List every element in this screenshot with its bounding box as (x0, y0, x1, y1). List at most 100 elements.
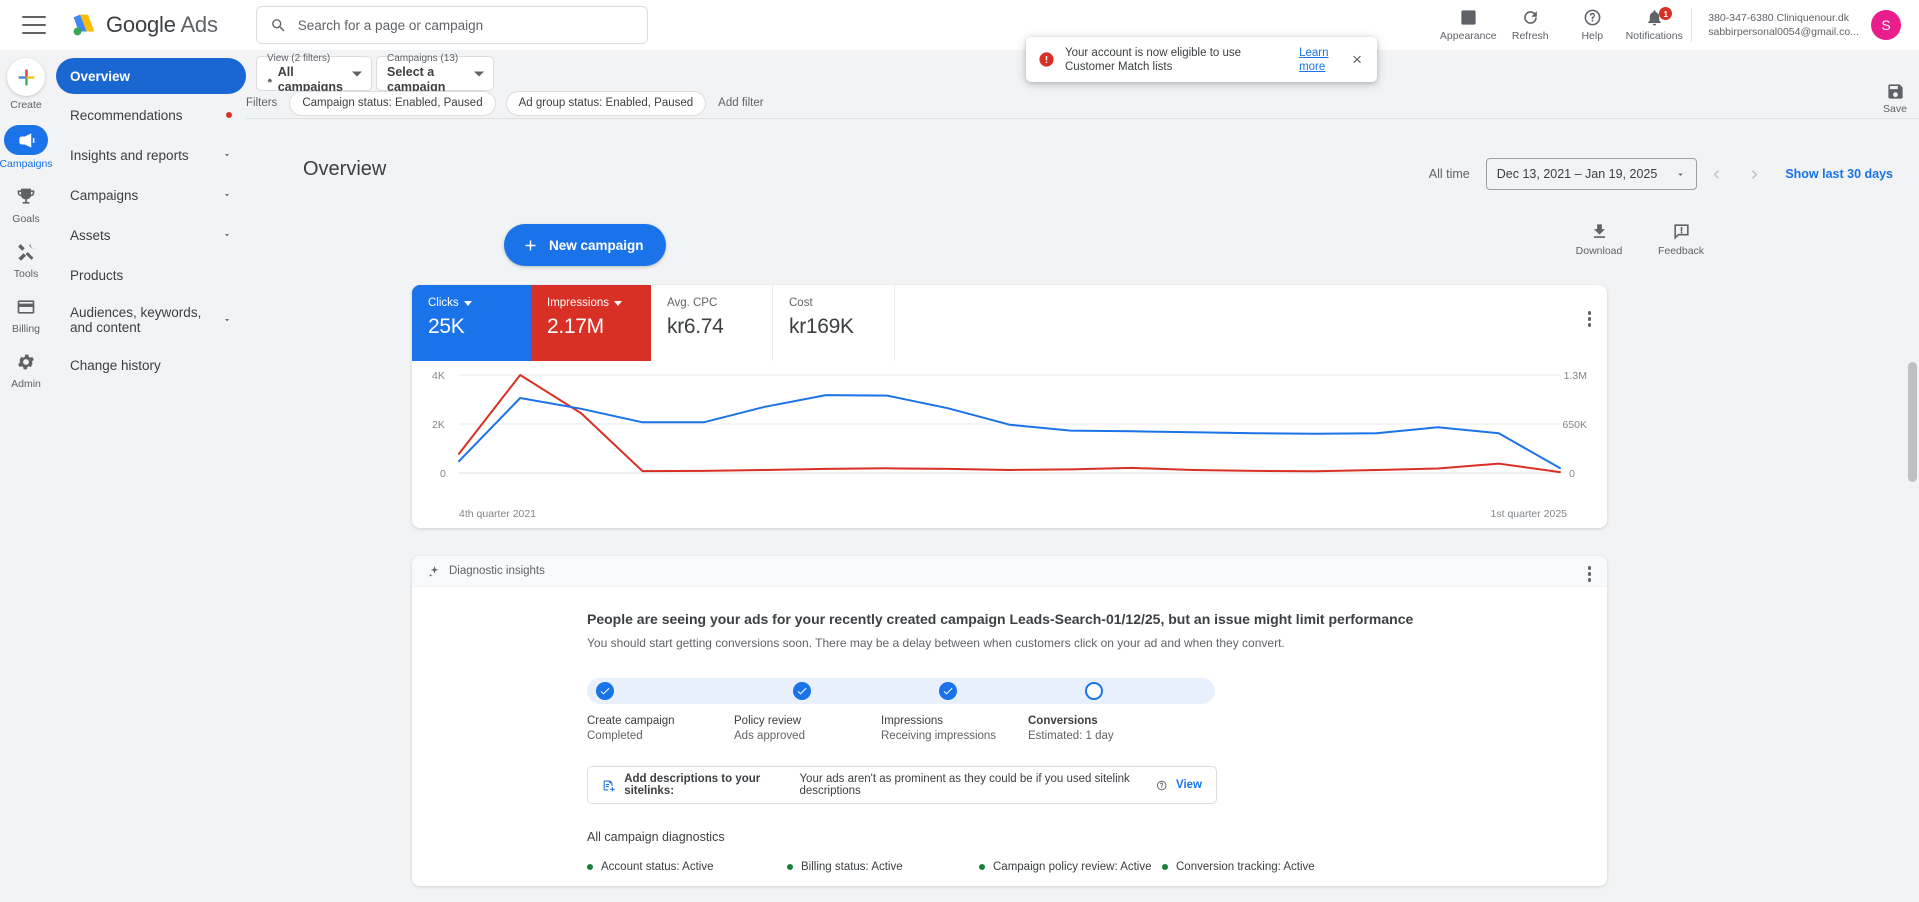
metric-value-impressions: 2.17M (547, 315, 604, 338)
notifications-button[interactable]: 1 Notifications (1623, 7, 1685, 42)
view-selector[interactable]: View (2 filters) All campaigns (256, 53, 372, 94)
chevron-down-icon[interactable] (474, 71, 484, 76)
sidebar-item-products[interactable]: Products (56, 258, 246, 292)
close-icon[interactable]: × (1349, 51, 1365, 68)
diagnostic-conversion-tracking: Conversion tracking: Active (1162, 861, 1315, 873)
search-input[interactable] (297, 17, 634, 33)
download-button[interactable]: Download (1569, 222, 1629, 257)
tools-button[interactable] (7, 239, 45, 265)
rail-item-create[interactable]: Create (0, 58, 52, 111)
feedback-button[interactable]: Feedback (1651, 222, 1711, 257)
diagnostic-campaign-policy-review: Campaign policy review: Active (979, 861, 1162, 873)
chevron-down-icon[interactable] (463, 300, 472, 306)
brand-google: Google (106, 12, 176, 37)
sidebar-item-campaigns[interactable]: Campaigns (56, 178, 246, 212)
step-name-policy-review: Policy review (734, 715, 802, 727)
filter-chip-ad-group-status[interactable]: Ad group status: Enabled, Paused (505, 90, 707, 116)
add-filter-button[interactable]: Add filter (718, 97, 763, 109)
rail-label-goals: Goals (12, 213, 40, 225)
search-icon (271, 18, 285, 32)
filter-chip-campaign-status[interactable]: Campaign status: Enabled, Paused (289, 90, 496, 116)
appearance-button[interactable]: Appearance (1437, 8, 1499, 42)
campaign-selector-label: Campaigns (13) (387, 53, 459, 64)
rail-item-tools[interactable]: Tools (0, 239, 52, 280)
metric-card-avg-cpc[interactable]: Avg. CPC kr6.74 (651, 285, 773, 361)
metric-card-impressions[interactable]: Impressions 2.17M (531, 285, 651, 361)
trophy-icon (17, 188, 35, 204)
help-icon (1584, 9, 1601, 26)
step-policy-review: Policy review Ads approved (734, 715, 881, 742)
filters-bar: Filters Campaign status: Enabled, Paused… (246, 90, 1919, 116)
diagnostic-conversion-tracking-label: Conversion tracking: Active (1176, 861, 1315, 873)
refresh-label: Refresh (1511, 30, 1549, 42)
billing-button[interactable] (7, 294, 45, 320)
learn-more-link[interactable]: Learn more (1299, 46, 1339, 74)
metric-card-clicks[interactable]: Clicks 25K (412, 285, 531, 361)
campaign-selector[interactable]: Campaigns (13) Select a campaign (376, 53, 494, 94)
help-label: Help (1581, 30, 1604, 42)
step-dot-conversions[interactable] (1085, 682, 1103, 700)
account-email: sabbirpersonal0054@gmail.co... (1708, 26, 1859, 38)
sidebar-item-assets[interactable]: Assets (56, 218, 246, 252)
error-circle-icon (1039, 52, 1054, 67)
rail-item-billing[interactable]: Billing (0, 294, 52, 335)
save-button[interactable]: Save (1872, 82, 1918, 115)
metric-card-cost[interactable]: Cost kr169K (773, 285, 895, 361)
step-status-conversions: Estimated: 1 day (1028, 730, 1114, 742)
performance-chart: 4K 2K 0 1.3M 650K 0 4th quarter 2021 1st… (412, 361, 1607, 528)
content-actions: Download Feedback (1569, 222, 1711, 257)
rail-item-goals[interactable]: Goals (0, 184, 52, 225)
chevron-down-icon[interactable] (614, 300, 622, 306)
refresh-button[interactable]: Refresh (1499, 8, 1561, 42)
metric-name-clicks: Clicks (428, 297, 531, 309)
sidebar-label-insights: Insights and reports (70, 147, 189, 163)
step-dot-impressions[interactable] (939, 682, 957, 700)
top-bar-actions: Appearance Refresh Help 1 Notifications … (1437, 0, 1919, 50)
check-icon (600, 687, 610, 695)
prev-period-button[interactable] (1697, 158, 1735, 190)
rail-label-create: Create (10, 99, 42, 111)
step-name-impressions: Impressions (881, 715, 943, 727)
admin-button[interactable] (7, 349, 45, 375)
vertical-scrollbar[interactable] (1908, 362, 1917, 482)
sidebar-item-recommendations[interactable]: Recommendations (56, 98, 246, 132)
chevron-down-icon[interactable] (352, 71, 362, 76)
date-range-picker[interactable]: Dec 13, 2021 – Jan 19, 2025 (1485, 158, 1698, 190)
show-last-30-days-button[interactable]: Show last 30 days (1785, 167, 1893, 181)
more-vert-icon[interactable] (1587, 311, 1591, 327)
sidebar-label-assets: Assets (70, 227, 111, 243)
rail-item-campaigns[interactable]: Campaigns (0, 125, 53, 170)
google-ads-logo[interactable]: Google Ads (71, 12, 218, 38)
metric-label-clicks: Clicks (428, 297, 459, 309)
goals-button[interactable] (7, 184, 45, 210)
avatar[interactable]: S (1871, 10, 1901, 40)
campaign-progress-stepper: Create campaign Completed Policy review … (587, 678, 1215, 742)
next-period-button[interactable] (1735, 158, 1773, 190)
step-dot-create-campaign[interactable] (596, 682, 614, 700)
metric-value-avg-cpc: kr6.74 (667, 315, 724, 338)
account-info[interactable]: 380-347-6380 Cliniquenour.dk sabbirperso… (1691, 8, 1871, 42)
help-circle-icon[interactable] (1156, 779, 1167, 792)
sitelink-view-link[interactable]: View (1176, 779, 1202, 791)
create-button[interactable] (7, 58, 45, 96)
sidebar-item-change-history[interactable]: Change history (56, 348, 246, 382)
new-campaign-button[interactable]: New campaign (504, 224, 666, 266)
step-impressions: Impressions Receiving impressions (881, 715, 1028, 742)
metric-name-avg-cpc: Avg. CPC (667, 297, 718, 309)
search-box[interactable] (255, 6, 648, 44)
chevron-down-icon (224, 234, 230, 237)
sidebar-item-audiences-keywords-content[interactable]: Audiences, keywords, and content (56, 298, 246, 342)
brand-ads: Ads (180, 12, 218, 37)
diagnostics-status-list: Account status: Active Billing status: A… (587, 861, 1607, 873)
chevron-down-icon (1678, 173, 1684, 176)
help-button[interactable]: Help (1561, 8, 1623, 42)
sidebar-item-insights-and-reports[interactable]: Insights and reports (56, 138, 246, 172)
more-vert-icon[interactable] (1587, 566, 1591, 582)
sidebar-item-overview[interactable]: Overview (56, 58, 246, 94)
step-dot-policy-review[interactable] (793, 682, 811, 700)
rail-item-admin[interactable]: Admin (0, 349, 52, 390)
chevron-left-icon (1713, 169, 1719, 179)
campaigns-button[interactable] (4, 125, 48, 155)
gear-icon (18, 354, 34, 370)
hamburger-menu-icon[interactable] (22, 16, 46, 34)
